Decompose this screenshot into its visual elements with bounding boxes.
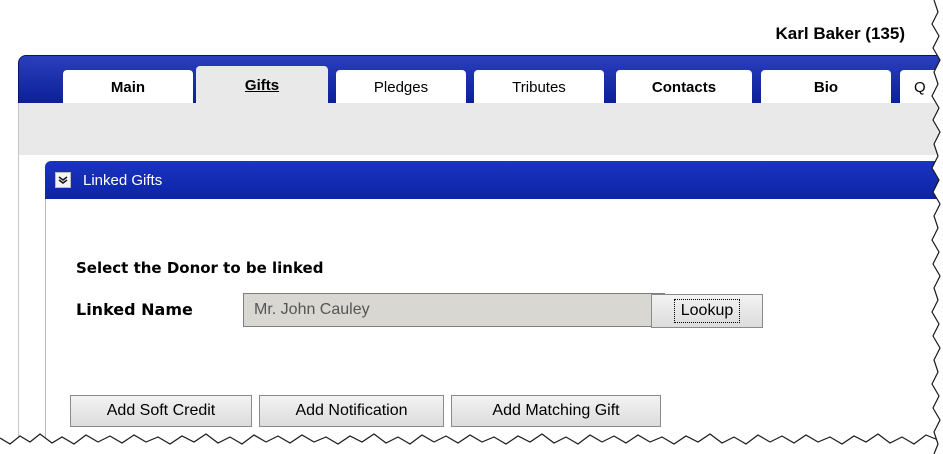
sub-bar <box>18 103 943 155</box>
lookup-button-label: Lookup <box>673 299 741 323</box>
linked-gifts-panel-header: Linked Gifts <box>45 161 943 199</box>
add-soft-credit-button[interactable]: Add Soft Credit <box>70 395 252 427</box>
torn-edge-right <box>931 0 943 454</box>
add-notification-button[interactable]: Add Notification <box>259 395 444 427</box>
tab-main[interactable]: Main <box>63 70 193 104</box>
tab-tributes[interactable]: Tributes <box>474 70 604 104</box>
record-name-header: Karl Baker (135) <box>775 24 905 43</box>
tab-pledges[interactable]: Pledges <box>336 70 466 104</box>
linked-name-label: Linked Name <box>76 300 193 319</box>
torn-edge-bottom <box>0 433 943 454</box>
tab-gifts[interactable]: Gifts <box>196 66 328 104</box>
section-title: Select the Donor to be linked <box>76 259 324 277</box>
tab-contacts[interactable]: Contacts <box>616 70 752 104</box>
lookup-button[interactable]: Lookup <box>651 294 763 328</box>
tab-bar: Main Gifts Pledges Tributes Contacts Bio… <box>18 55 943 105</box>
linked-name-field[interactable] <box>243 293 665 327</box>
panel-title: Linked Gifts <box>83 171 163 189</box>
chevron-down-icon[interactable] <box>55 172 71 188</box>
add-matching-gift-button[interactable]: Add Matching Gift <box>451 395 661 427</box>
tab-bio[interactable]: Bio <box>761 70 891 104</box>
